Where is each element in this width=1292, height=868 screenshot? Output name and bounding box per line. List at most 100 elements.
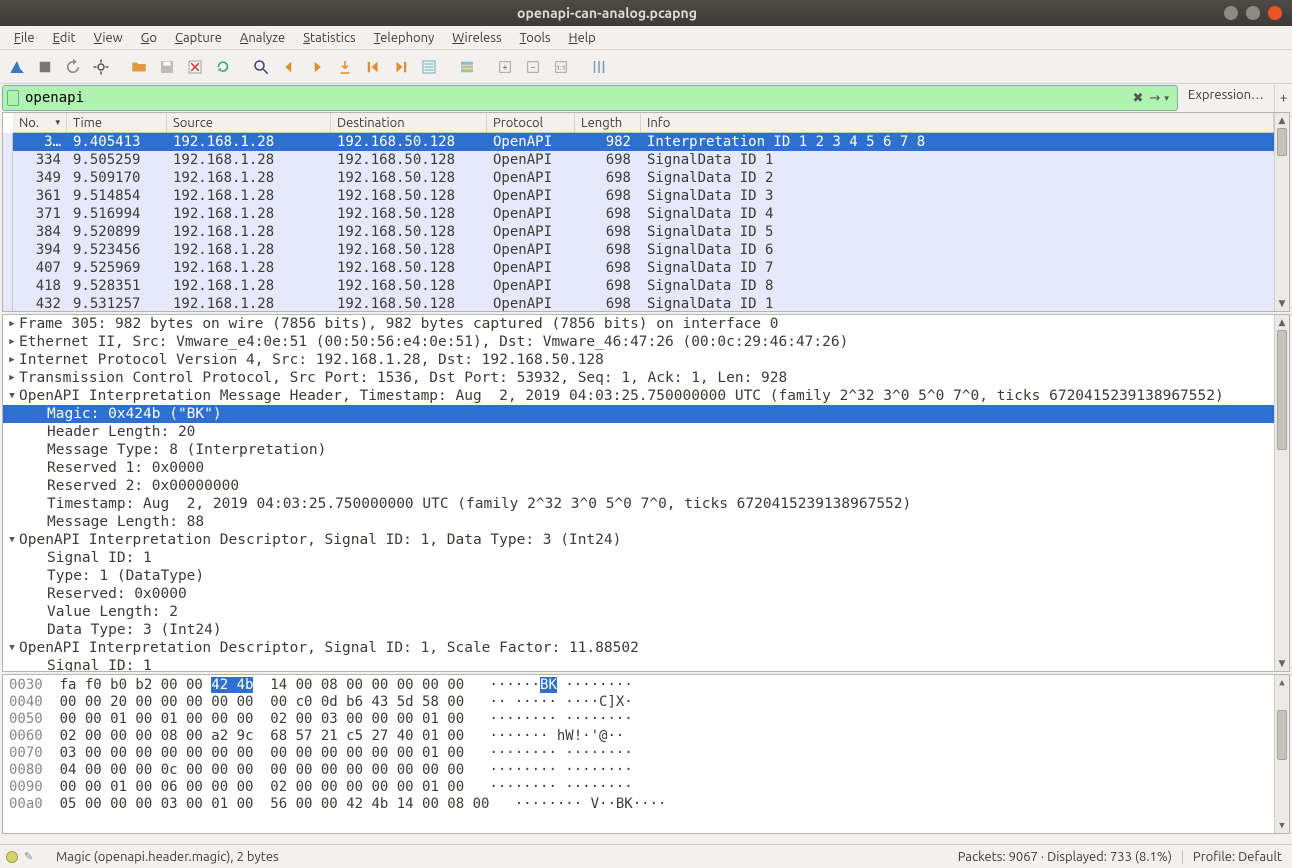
zoom-in-icon[interactable]: + (492, 54, 518, 80)
clear-filter-icon[interactable]: ✖ (1133, 91, 1144, 106)
packet-bytes-pane: 0030 fa f0 b0 b2 00 00 42 4b 14 00 08 00… (2, 674, 1290, 834)
search-icon[interactable] (248, 54, 274, 80)
detail-line[interactable]: Message Length: 88 (3, 513, 1274, 531)
folder-open-icon[interactable] (126, 54, 152, 80)
packet-row[interactable]: 3619.514854192.168.1.28192.168.50.128Ope… (13, 187, 1274, 205)
packet-list-scrollbar[interactable]: ▲▼ (1274, 113, 1289, 311)
goto-first-icon[interactable] (360, 54, 386, 80)
col-header-source[interactable]: Source (167, 113, 331, 132)
hex-row[interactable]: 0060 02 00 00 00 08 00 a2 9c 68 57 21 c5… (9, 728, 1268, 745)
hex-row[interactable]: 0080 04 00 00 00 0c 00 00 00 00 00 00 00… (9, 762, 1268, 779)
packet-row[interactable]: 3…9.405413192.168.1.28192.168.50.128Open… (13, 133, 1274, 151)
expression-button[interactable]: Expression… (1180, 84, 1274, 112)
title-bar: openapi-can-analog.pcapng (0, 0, 1292, 26)
restart-icon[interactable] (60, 54, 86, 80)
detail-line[interactable]: Header Length: 20 (3, 423, 1274, 441)
detail-line[interactable]: Timestamp: Aug 2, 2019 04:03:25.75000000… (3, 495, 1274, 513)
col-header-info[interactable]: Info (641, 113, 1274, 132)
detail-line[interactable]: Reserved: 0x0000 (3, 585, 1274, 603)
stop-icon[interactable] (32, 54, 58, 80)
packet-row[interactable]: 4189.528351192.168.1.28192.168.50.128Ope… (13, 277, 1274, 295)
menu-analyze[interactable]: Analyze (232, 29, 293, 47)
svg-text:+: + (502, 62, 507, 72)
packet-row[interactable]: 3719.516994192.168.1.28192.168.50.128Ope… (13, 205, 1274, 223)
minimize-button[interactable] (1224, 6, 1238, 20)
menu-go[interactable]: Go (133, 29, 165, 47)
packet-row[interactable]: 3349.505259192.168.1.28192.168.50.128Ope… (13, 151, 1274, 169)
filter-input-wrap[interactable]: ✖ → ▾ (2, 85, 1178, 111)
menu-help[interactable]: Help (561, 29, 604, 47)
detail-line[interactable]: OpenAPI Interpretation Message Header, T… (3, 387, 1274, 405)
packet-details-body[interactable]: Frame 305: 982 bytes on wire (7856 bits)… (3, 315, 1274, 671)
menu-capture[interactable]: Capture (167, 29, 230, 47)
col-header-length[interactable]: Length (575, 113, 641, 132)
packet-bytes-body[interactable]: 0030 fa f0 b0 b2 00 00 42 4b 14 00 08 00… (3, 675, 1274, 833)
detail-line[interactable]: Transmission Control Protocol, Src Port:… (3, 369, 1274, 387)
menu-edit[interactable]: Edit (45, 29, 84, 47)
packet-row[interactable]: 3849.520899192.168.1.28192.168.50.128Ope… (13, 223, 1274, 241)
detail-line[interactable]: Signal ID: 1 (3, 549, 1274, 567)
display-filter-input[interactable] (23, 87, 1129, 109)
reload-icon[interactable] (210, 54, 236, 80)
maximize-button[interactable] (1246, 6, 1260, 20)
menu-file[interactable]: File (6, 29, 43, 47)
detail-line[interactable]: Reserved 1: 0x0000 (3, 459, 1274, 477)
detail-line[interactable]: Ethernet II, Src: Vmware_e4:0e:51 (00:50… (3, 333, 1274, 351)
forward-icon[interactable] (304, 54, 330, 80)
hex-row[interactable]: 0030 fa f0 b0 b2 00 00 42 4b 14 00 08 00… (9, 677, 1268, 694)
zoom-reset-icon[interactable]: 1:1 (548, 54, 574, 80)
detail-line[interactable]: Signal ID: 1 (3, 657, 1274, 671)
bytes-scrollbar[interactable]: ▲▼ (1274, 675, 1289, 833)
detail-line[interactable]: Value Length: 2 (3, 603, 1274, 621)
detail-line[interactable]: Reserved 2: 0x00000000 (3, 477, 1274, 495)
packet-list-body[interactable]: 3…9.405413192.168.1.28192.168.50.128Open… (13, 133, 1274, 311)
col-header-no[interactable]: No.▾ (13, 113, 67, 132)
detail-line[interactable]: Message Type: 8 (Interpretation) (3, 441, 1274, 459)
menu-telephony[interactable]: Telephony (366, 29, 443, 47)
col-header-protocol[interactable]: Protocol (487, 113, 575, 132)
close-file-icon[interactable] (182, 54, 208, 80)
status-profile[interactable]: Profile: Default (1182, 850, 1292, 864)
colorize-icon[interactable] (454, 54, 480, 80)
gear-icon[interactable] (88, 54, 114, 80)
packet-list-header[interactable]: No.▾ Time Source Destination Protocol Le… (13, 113, 1274, 133)
detail-line[interactable]: Data Type: 3 (Int24) (3, 621, 1274, 639)
hex-row[interactable]: 0070 03 00 00 00 00 00 00 00 00 00 00 00… (9, 745, 1268, 762)
menu-tools[interactable]: Tools (512, 29, 559, 47)
col-header-destination[interactable]: Destination (331, 113, 487, 132)
filter-history-icon[interactable]: ▾ (1164, 93, 1169, 104)
autoscroll-icon[interactable] (416, 54, 442, 80)
apply-filter-icon[interactable]: → (1149, 91, 1160, 106)
detail-line[interactable]: Internet Protocol Version 4, Src: 192.16… (3, 351, 1274, 369)
detail-line[interactable]: OpenAPI Interpretation Descriptor, Signa… (3, 639, 1274, 657)
detail-line[interactable]: OpenAPI Interpretation Descriptor, Signa… (3, 531, 1274, 549)
hex-row[interactable]: 0040 00 00 20 00 00 00 00 00 00 c0 0d b6… (9, 694, 1268, 711)
detail-line[interactable]: Frame 305: 982 bytes on wire (7856 bits)… (3, 315, 1274, 333)
add-filter-button[interactable]: + (1274, 84, 1292, 112)
packet-row[interactable]: 3499.509170192.168.1.28192.168.50.128Ope… (13, 169, 1274, 187)
packet-row[interactable]: 4329.531257192.168.1.28192.168.50.128Ope… (13, 295, 1274, 311)
close-window-button[interactable] (1268, 6, 1282, 20)
back-icon[interactable] (276, 54, 302, 80)
menu-view[interactable]: View (86, 29, 131, 47)
expert-info-led[interactable] (6, 851, 18, 863)
menu-wireless[interactable]: Wireless (444, 29, 509, 47)
hex-row[interactable]: 0050 00 00 01 00 01 00 00 00 02 00 03 00… (9, 711, 1268, 728)
packet-row[interactable]: 4079.525969192.168.1.28192.168.50.128Ope… (13, 259, 1274, 277)
menu-statistics[interactable]: Statistics (295, 29, 363, 47)
save-icon[interactable] (154, 54, 180, 80)
packet-row[interactable]: 3949.523456192.168.1.28192.168.50.128Ope… (13, 241, 1274, 259)
details-scrollbar[interactable]: ▲▼ (1274, 315, 1289, 671)
jump-icon[interactable] (332, 54, 358, 80)
edit-capture-comment-icon[interactable]: ✎ (24, 850, 38, 864)
shark-fin-icon[interactable] (4, 54, 30, 80)
goto-last-icon[interactable] (388, 54, 414, 80)
hex-row[interactable]: 00a0 05 00 00 00 03 00 01 00 56 00 00 42… (9, 796, 1268, 813)
hex-row[interactable]: 0090 00 00 01 00 06 00 00 00 02 00 00 00… (9, 779, 1268, 796)
resize-columns-icon[interactable] (586, 54, 612, 80)
detail-line[interactable]: Type: 1 (DataType) (3, 567, 1274, 585)
detail-line[interactable]: Magic: 0x424b ("BK") (3, 405, 1274, 423)
bookmark-icon[interactable] (7, 90, 19, 106)
col-header-time[interactable]: Time (67, 113, 167, 132)
zoom-out-icon[interactable]: − (520, 54, 546, 80)
